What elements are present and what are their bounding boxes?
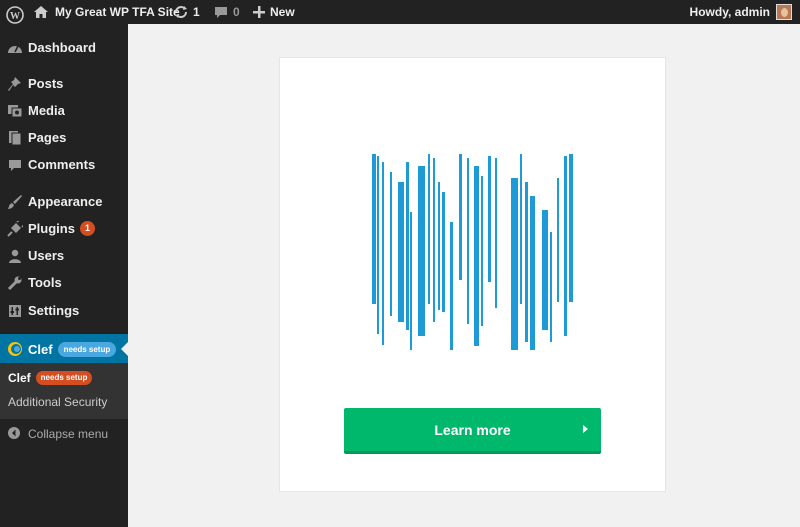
pin-icon	[5, 74, 25, 94]
collapse-menu-button[interactable]: Collapse menu	[0, 422, 128, 446]
sidebar-item-pages[interactable]: Pages	[0, 124, 128, 151]
updates-link[interactable]: 1	[172, 0, 200, 24]
dashboard-icon	[5, 38, 25, 58]
sidebar-item-label: Users	[28, 248, 65, 263]
brush-icon	[5, 192, 25, 212]
comments-count: 0	[233, 5, 240, 19]
current-menu-arrow	[121, 342, 128, 356]
collapse-arrow-icon	[7, 426, 23, 442]
media-icon	[5, 101, 25, 121]
home-icon	[32, 3, 50, 21]
sidebar-item-label: Pages	[28, 130, 67, 145]
needs-setup-badge: needs setup	[57, 341, 117, 357]
user-icon	[5, 246, 25, 266]
collapse-menu-label: Collapse menu	[28, 427, 109, 441]
plug-icon	[5, 219, 25, 239]
sidebar-item-plugins[interactable]: Plugins 1	[0, 215, 128, 242]
pages-icon	[5, 128, 25, 148]
submenu-item-label: Additional Security	[8, 395, 108, 409]
refresh-icon	[172, 3, 190, 21]
learn-more-label: Learn more	[434, 421, 511, 438]
site-name-link[interactable]: My Great WP TFA Site	[32, 0, 180, 24]
sidebar-item-media[interactable]: Media	[0, 97, 128, 124]
new-label: New	[270, 5, 295, 19]
submenu-item-label: Clef	[8, 371, 31, 385]
plugins-update-badge: 1	[79, 221, 95, 236]
submenu-item-clef[interactable]: Clef needs setup	[8, 371, 93, 385]
sidebar-item-label: Posts	[28, 76, 64, 91]
site-name-label: My Great WP TFA Site	[55, 5, 180, 19]
comment-icon	[5, 155, 25, 175]
comment-bubble-icon	[212, 3, 230, 21]
sidebar-item-clef[interactable]: Clef needs setup	[0, 334, 128, 364]
svg-text:W: W	[10, 11, 20, 22]
sidebar-item-label: Clef	[28, 341, 53, 357]
sidebar-item-tools[interactable]: Tools	[0, 269, 128, 296]
sidebar-item-label: Media	[28, 103, 65, 118]
new-content-link[interactable]: New	[250, 0, 295, 24]
admin-sidebar: Dashboard Posts Media Pages Comments App…	[0, 24, 128, 527]
sidebar-item-label: Appearance	[28, 194, 103, 209]
sidebar-item-label: Comments	[28, 157, 96, 172]
settings-icon	[5, 301, 25, 321]
sidebar-item-posts[interactable]: Posts	[0, 70, 128, 97]
clef-barcode-illustration	[372, 154, 573, 350]
avatar	[776, 4, 792, 20]
sidebar-item-appearance[interactable]: Appearance	[0, 188, 128, 215]
chevron-right-icon	[583, 425, 588, 433]
plus-icon	[250, 3, 268, 21]
clef-submenu: Clef needs setup Additional Security	[0, 363, 128, 419]
comments-link[interactable]: 0	[212, 0, 240, 24]
howdy-label: Howdy, admin	[689, 5, 770, 19]
updates-count: 1	[193, 5, 200, 19]
learn-more-button[interactable]: Learn more	[344, 408, 601, 454]
sidebar-item-label: Settings	[28, 303, 80, 318]
my-account-link[interactable]: Howdy, admin	[690, 0, 792, 24]
wrench-icon	[5, 273, 25, 293]
sidebar-item-comments[interactable]: Comments	[0, 151, 128, 178]
sidebar-item-label: Dashboard	[28, 40, 96, 55]
sidebar-item-users[interactable]: Users	[0, 242, 128, 269]
clef-logo-icon	[5, 339, 25, 359]
submenu-item-additional-security[interactable]: Additional Security	[8, 395, 107, 409]
sidebar-item-label: Tools	[28, 275, 62, 290]
admin-bar: W My Great WP TFA Site 1 0 New Howdy, ad…	[0, 0, 800, 24]
needs-setup-badge: needs setup	[35, 371, 93, 385]
sidebar-item-label: Plugins	[28, 221, 75, 236]
sidebar-item-dashboard[interactable]: Dashboard	[0, 34, 128, 61]
sidebar-item-settings[interactable]: Settings	[0, 297, 128, 324]
